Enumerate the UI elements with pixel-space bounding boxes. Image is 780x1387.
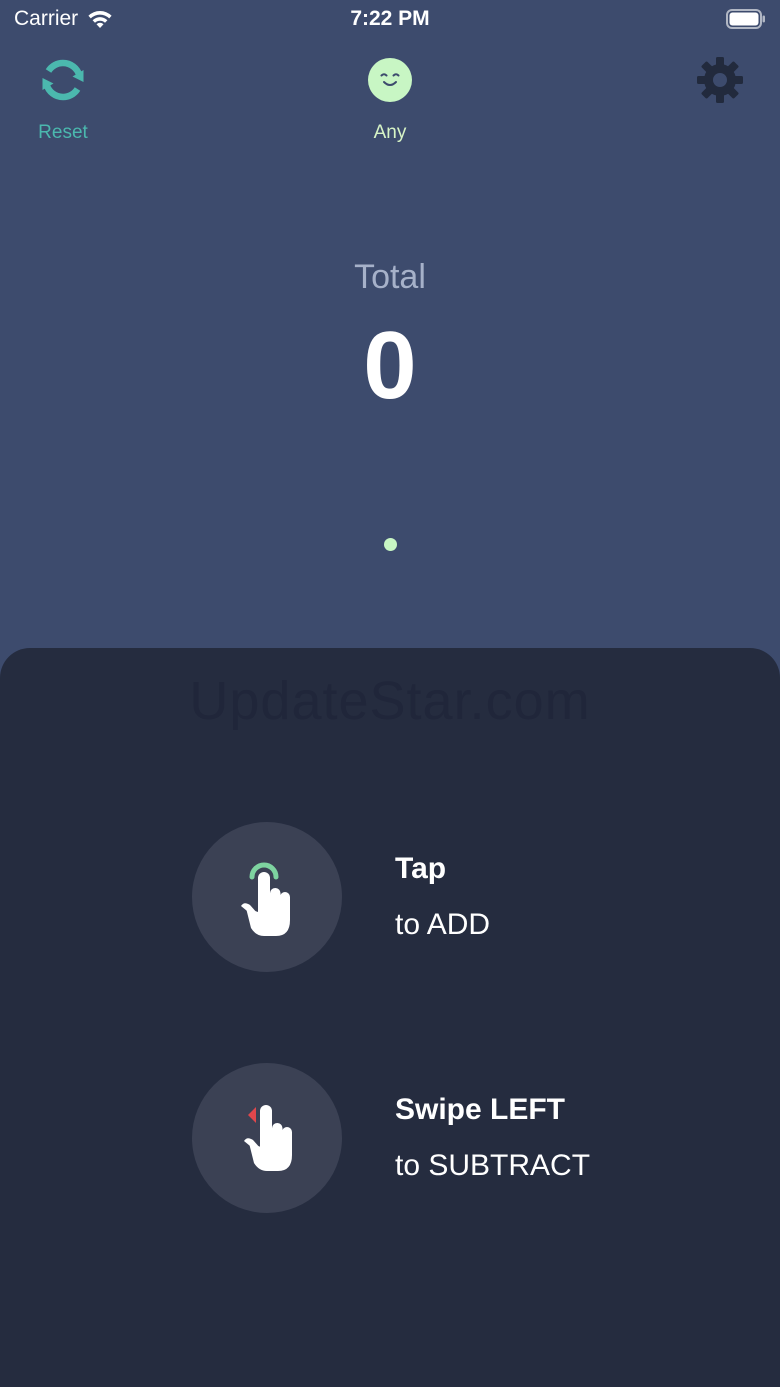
battery-full-icon: [726, 9, 765, 29]
tap-hint-title: Tap: [395, 852, 447, 885]
gear-icon: [697, 57, 743, 103]
tap-hint-circle: [192, 822, 342, 972]
swipe-hint-circle: [192, 1063, 342, 1213]
swipe-hint-subtitle: to SUBTRACT: [395, 1149, 591, 1182]
mode-selector[interactable]: Any: [350, 56, 430, 144]
page-indicator-dot: [384, 538, 397, 551]
swipe-hint-title: Swipe LEFT: [395, 1093, 566, 1126]
reset-button[interactable]: Reset: [26, 56, 100, 144]
settings-button[interactable]: [694, 56, 746, 104]
total-value: 0: [363, 312, 417, 419]
mode-label: Any: [373, 122, 407, 143]
swipe-left-hand-icon: [244, 1105, 292, 1171]
smiley-face-icon: [368, 58, 412, 102]
total-label: Total: [354, 258, 426, 296]
watermark-text: UpdateStar.com: [189, 671, 591, 731]
instruction-panel[interactable]: [0, 648, 780, 1387]
counter-screen: Carrier 7:22 PM Reset Any Total 0 Update…: [0, 0, 780, 1387]
refresh-icon: [42, 59, 84, 101]
tap-hint-subtitle: to ADD: [395, 908, 491, 941]
swipe-left-hint: Swipe LEFT to SUBTRACT: [192, 1063, 612, 1215]
reset-label: Reset: [38, 122, 88, 143]
status-time: 7:22 PM: [350, 7, 430, 30]
tap-hint: Tap to ADD: [192, 822, 612, 974]
tap-hand-icon: [241, 862, 290, 936]
status-bar: Carrier 7:22 PM: [0, 0, 780, 40]
